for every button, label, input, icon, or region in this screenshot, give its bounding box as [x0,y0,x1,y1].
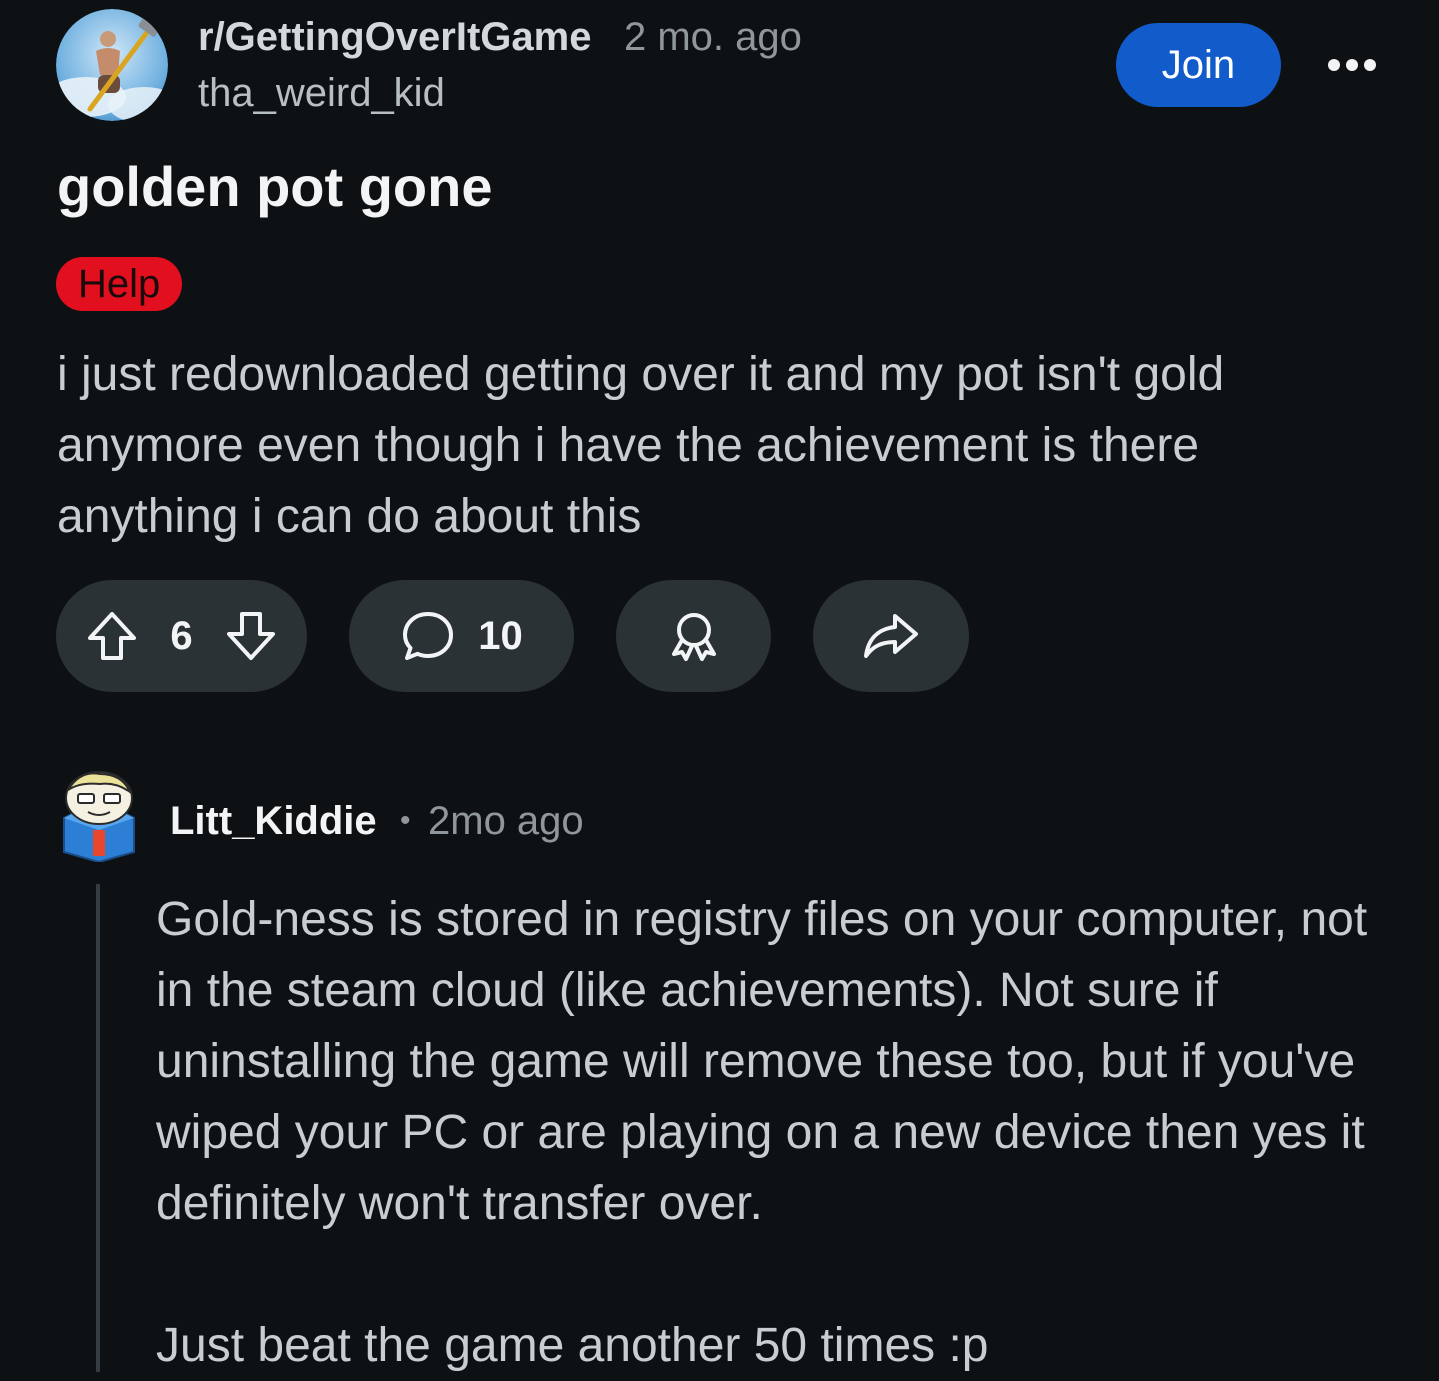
subreddit-name[interactable]: r/GettingOverItGame [198,12,591,62]
comment-paragraph: Gold-ness is stored in registry files on… [156,893,1368,1230]
comment-separator: • [400,804,411,837]
more-options-icon[interactable] [1320,45,1384,85]
post-body-text: i just redownloaded getting over it and … [57,348,1225,543]
comments-button[interactable]: 10 [349,580,574,692]
comment-body: Gold-ness is stored in registry files on… [156,884,1396,1381]
post-title[interactable]: golden pot gone [57,150,492,224]
subreddit-avatar[interactable] [56,9,168,121]
subreddit-avatar-image [56,9,168,121]
comment-bubble-icon [400,608,456,664]
post-flair[interactable]: Help [56,257,183,311]
share-arrow-icon [862,608,920,664]
comment-author[interactable]: Litt_Kiddie [170,796,377,846]
comment-timestamp: 2mo ago [428,799,584,843]
commenter-avatar-image [63,771,135,864]
post-body: i just redownloaded getting over it and … [57,339,1387,552]
award-button[interactable] [616,580,771,692]
join-button[interactable]: Join [1116,23,1281,107]
comment-avatar[interactable] [60,770,138,864]
post-author[interactable]: tha_weird_kid [198,68,445,118]
upvote-arrow-icon[interactable] [84,608,140,664]
downvote-arrow-icon[interactable] [223,608,279,664]
comment-paragraph: Just beat the game another 50 times :p [156,1319,989,1372]
score-count: 6 [170,613,193,658]
post-timestamp: 2 mo. ago [624,15,802,59]
comments-count: 10 [478,613,523,658]
award-icon [666,608,722,664]
vote-bar: 6 [56,580,307,692]
comment-thread-line[interactable] [96,884,100,1372]
share-button[interactable] [813,580,969,692]
